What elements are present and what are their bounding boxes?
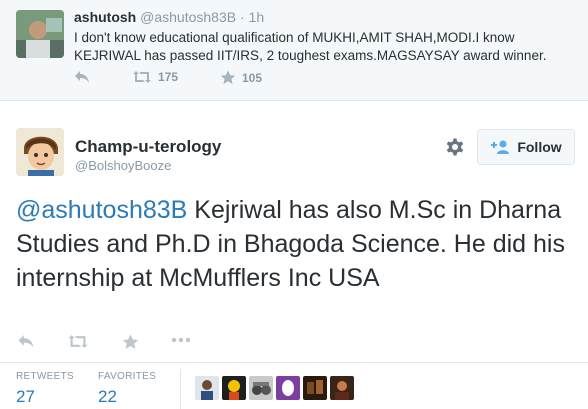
reply-icon — [75, 71, 89, 83]
parent-retweet-count: 175 — [158, 70, 179, 84]
more-icon — [171, 337, 191, 343]
reply-button[interactable] — [17, 334, 35, 349]
favoriter-avatar[interactable] — [249, 376, 273, 400]
gear-icon — [446, 138, 464, 156]
parent-favorite-count: 105 — [242, 70, 263, 85]
author-handle[interactable]: @BolshoyBooze — [75, 158, 171, 173]
parent-author-name[interactable]: ashutosh — [74, 9, 136, 25]
parent-favorite-button[interactable]: 105 — [220, 70, 262, 85]
parent-tweet-header: ashutosh @ashutosh83B · 1h — [74, 9, 264, 25]
parent-tweet-text: I don't know educational qualification o… — [74, 30, 547, 63]
retweets-value: 27 — [16, 387, 35, 406]
parent-reply-button[interactable] — [74, 70, 90, 84]
follow-button[interactable]: Follow — [477, 129, 575, 165]
tweet-text: @ashutosh83B Kejriwal has also M.Sc in D… — [16, 193, 582, 295]
favoriter-avatar[interactable] — [303, 376, 327, 400]
parent-retweet-button[interactable]: 175 — [132, 70, 178, 84]
favoriter-avatar[interactable] — [276, 376, 300, 400]
reply-icon — [18, 335, 34, 348]
stats-divider — [180, 369, 181, 409]
follow-person-icon — [491, 140, 510, 154]
favorite-icon — [122, 334, 139, 349]
more-button[interactable] — [171, 337, 191, 343]
retweet-button[interactable] — [67, 334, 89, 349]
mention-link[interactable]: @ashutosh83B — [16, 196, 187, 224]
parent-author-handle[interactable]: @ashutosh83B — [140, 9, 236, 25]
header-separator: · — [239, 9, 245, 25]
favorites-value: 22 — [98, 387, 117, 406]
settings-menu-button[interactable] — [444, 136, 466, 158]
retweet-icon — [68, 335, 88, 348]
favoriter-avatars — [195, 376, 354, 400]
parent-tweet[interactable]: ashutosh @ashutosh83B · 1h I don't know … — [0, 0, 588, 101]
retweets-stat[interactable]: RETWEETS 27 — [16, 371, 74, 407]
retweets-label: RETWEETS — [16, 371, 74, 382]
author-name[interactable]: Champ-u-terology — [75, 137, 221, 157]
author-avatar[interactable] — [16, 128, 64, 176]
retweet-icon — [133, 71, 151, 83]
follow-button-label: Follow — [517, 139, 562, 155]
favoriter-avatar[interactable] — [330, 376, 354, 400]
favoriter-avatar[interactable] — [195, 376, 219, 400]
favorites-label: FAVORITES — [98, 371, 157, 382]
favorite-icon — [220, 70, 236, 84]
parent-avatar[interactable] — [16, 10, 64, 58]
favorites-stat[interactable]: FAVORITES 22 — [98, 371, 156, 407]
favoriter-avatar[interactable] — [222, 376, 246, 400]
parent-timestamp[interactable]: 1h — [249, 9, 265, 25]
tweet-stats: RETWEETS 27 FAVORITES 22 — [0, 362, 588, 409]
favorite-button[interactable] — [122, 334, 139, 350]
